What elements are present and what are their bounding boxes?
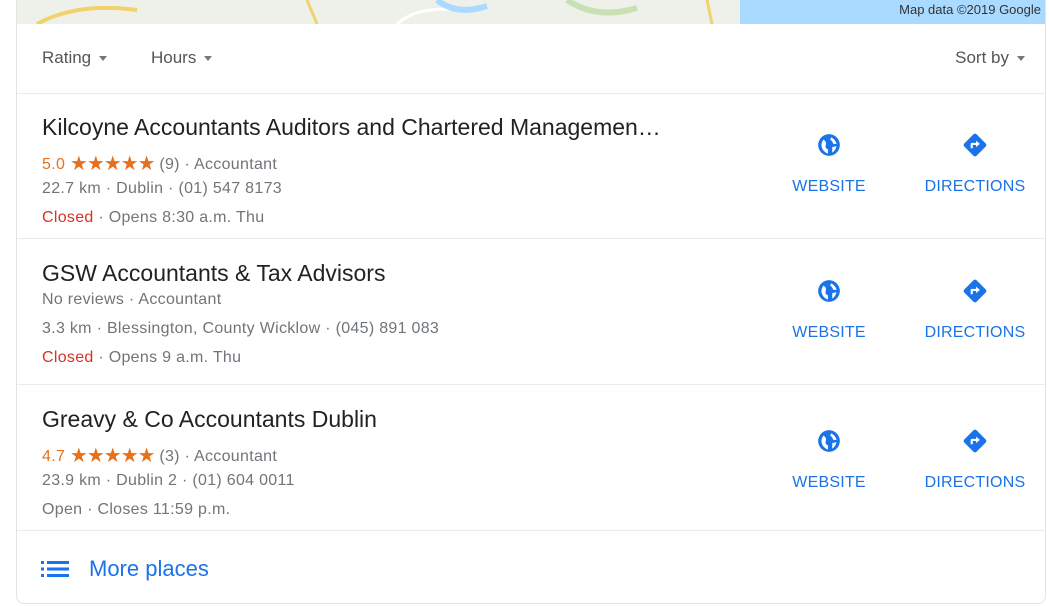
chevron-down-icon — [99, 56, 108, 62]
filter-bar: Rating Hours Sort by — [17, 24, 1045, 94]
local-results-card: Map data ©2019 Google Rating Hours Sort … — [16, 0, 1046, 604]
rating-value: 5.0 — [42, 156, 66, 173]
listing-title[interactable]: GSW Accountants & Tax Advisors — [42, 260, 385, 287]
no-reviews-text: No reviews — [42, 291, 125, 308]
sort-by-dropdown[interactable]: Sort by — [955, 48, 1025, 68]
hours: Closes 11:59 p.m. — [97, 501, 231, 518]
list-icon — [41, 561, 69, 577]
directions-label: DIRECTIONS — [924, 474, 1026, 491]
listing-rating-line: 4.7 ★★★★★ (3) · Accountant — [42, 445, 278, 467]
listing-title[interactable]: Kilcoyne Accountants Auditors and Charte… — [42, 114, 661, 141]
hours-filter[interactable]: Hours — [151, 48, 213, 68]
directions-button[interactable]: DIRECTIONS — [915, 428, 1035, 492]
map-strip[interactable]: Map data ©2019 Google — [17, 0, 1045, 24]
website-button[interactable]: WEBSITE — [769, 428, 889, 492]
listing-rating-line: 5.0 ★★★★★ (9) · Accountant — [42, 153, 278, 175]
status-badge: Closed — [42, 209, 94, 226]
directions-button[interactable]: DIRECTIONS — [915, 278, 1035, 342]
distance: 23.9 km — [42, 472, 102, 489]
website-label: WEBSITE — [792, 324, 866, 341]
directions-icon — [963, 279, 987, 303]
directions-label: DIRECTIONS — [924, 324, 1026, 341]
directions-button[interactable]: DIRECTIONS — [915, 132, 1035, 196]
listing-item[interactable]: Kilcoyne Accountants Auditors and Charte… — [17, 94, 1045, 239]
listing-title[interactable]: Greavy & Co Accountants Dublin — [42, 406, 377, 433]
website-button[interactable]: WEBSITE — [769, 132, 889, 196]
listing-hours-line: Closed · Opens 8:30 a.m. Thu — [42, 209, 265, 226]
chevron-down-icon — [204, 56, 213, 62]
star-rating-icon: ★★★★★ — [69, 153, 156, 175]
hours: Opens 8:30 a.m. Thu — [108, 209, 265, 226]
listing-hours-line: Open · Closes 11:59 p.m. — [42, 501, 231, 518]
category: Accountant — [194, 156, 278, 173]
directions-icon — [963, 133, 987, 157]
website-label: WEBSITE — [792, 178, 866, 195]
star-rating-icon: ★★★★★ — [69, 445, 156, 467]
phone: (01) 547 8173 — [178, 180, 282, 197]
category: Accountant — [138, 291, 222, 308]
listing-hours-line: Closed · Opens 9 a.m. Thu — [42, 349, 242, 366]
phone: (045) 891 083 — [335, 320, 440, 337]
review-count[interactable]: (3) — [159, 448, 179, 465]
status-badge: Open — [42, 501, 83, 518]
more-places-link[interactable]: More places — [41, 556, 209, 582]
globe-icon — [818, 430, 840, 452]
listing-rating-line: No reviews · Accountant — [42, 291, 222, 308]
globe-icon — [818, 280, 840, 302]
rating-value: 4.7 — [42, 448, 66, 465]
listing-item[interactable]: GSW Accountants & Tax Advisors No review… — [17, 240, 1045, 385]
listing-item[interactable]: Greavy & Co Accountants Dublin 4.7 ★★★★★… — [17, 386, 1045, 531]
location: Dublin — [116, 180, 164, 197]
rating-filter-label: Rating — [42, 48, 92, 67]
category: Accountant — [194, 448, 278, 465]
listing-address-line: 23.9 km · Dublin 2 · (01) 604 0011 — [42, 472, 295, 489]
listing-address-line: 22.7 km · Dublin · (01) 547 8173 — [42, 180, 282, 197]
website-button[interactable]: WEBSITE — [769, 278, 889, 342]
website-label: WEBSITE — [792, 474, 866, 491]
directions-icon — [963, 429, 987, 453]
status-badge: Closed — [42, 349, 94, 366]
distance: 3.3 km — [42, 320, 92, 337]
phone: (01) 604 0011 — [192, 472, 295, 489]
listing-address-line: 3.3 km · Blessington, County Wicklow · (… — [42, 320, 440, 337]
chevron-down-icon — [1017, 56, 1025, 62]
hours: Opens 9 a.m. Thu — [108, 349, 242, 366]
directions-label: DIRECTIONS — [924, 178, 1026, 195]
sort-by-label: Sort by — [955, 48, 1009, 67]
more-places-label: More places — [89, 556, 209, 581]
location: Blessington, County Wicklow — [106, 320, 321, 337]
rating-filter[interactable]: Rating — [42, 48, 108, 68]
distance: 22.7 km — [42, 180, 102, 197]
globe-icon — [818, 134, 840, 156]
map-credit: Map data ©2019 Google — [899, 2, 1041, 17]
location: Dublin 2 — [116, 472, 178, 489]
review-count[interactable]: (9) — [159, 156, 179, 173]
hours-filter-label: Hours — [151, 48, 197, 67]
